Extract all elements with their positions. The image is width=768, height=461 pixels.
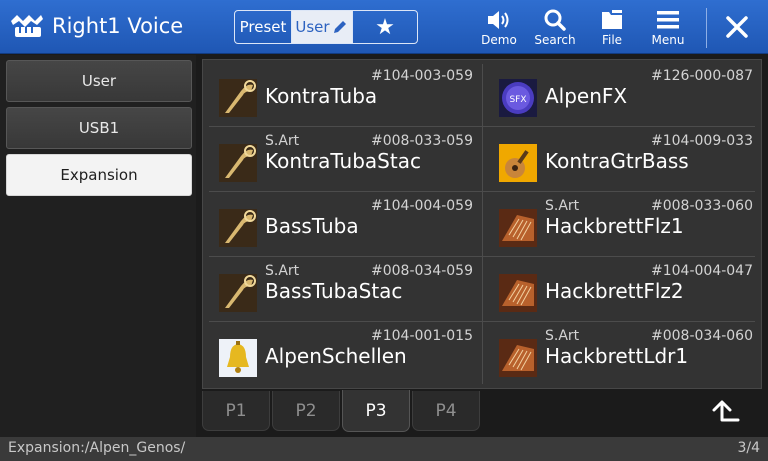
demo-label: Demo xyxy=(481,33,517,47)
search-label: Search xyxy=(534,33,576,47)
voice-grid: #104-003-059 KontraTuba SFX #126-000-087… xyxy=(202,59,762,389)
column-divider xyxy=(482,64,483,384)
voice-name: HackbrettLdr1 xyxy=(545,344,689,368)
voice-number: #008-033-059 xyxy=(371,133,473,149)
page-indicator: 3/4 xyxy=(737,440,760,456)
user-tab-button[interactable]: User xyxy=(292,11,353,43)
speaker-icon xyxy=(488,11,509,29)
voice-number: #104-004-047 xyxy=(651,263,753,279)
voice-source-segment: Preset User ★ xyxy=(234,10,418,44)
preset-tab-button[interactable]: Preset xyxy=(235,11,292,43)
header-divider xyxy=(706,8,707,48)
tuba-icon xyxy=(219,209,257,247)
voice-name: HackbrettFlz2 xyxy=(545,279,684,303)
voice-name: KontraGtrBass xyxy=(545,149,689,173)
voice-name: BassTubaStac xyxy=(265,279,403,303)
voice-cell[interactable]: S.Art #008-033-060 HackbrettFlz1 xyxy=(485,192,757,254)
file-button[interactable]: File xyxy=(586,6,638,50)
tab-label: P1 xyxy=(225,400,247,421)
sart-label: S.Art xyxy=(545,198,580,214)
search-button[interactable]: Search xyxy=(529,6,581,50)
page-tabs: P1 P2 P3 P4 xyxy=(202,390,492,436)
favorite-tab-button[interactable]: ★ xyxy=(353,11,417,43)
demo-button[interactable]: Demo xyxy=(473,6,525,50)
sart-label: S.Art xyxy=(545,328,580,344)
close-icon[interactable] xyxy=(720,10,754,44)
sidebar-item-expansion[interactable]: Expansion xyxy=(6,154,192,196)
bell-icon xyxy=(219,339,257,377)
file-icon xyxy=(602,10,622,29)
hackbrett-icon xyxy=(499,209,537,247)
sidebar-item-label: USB1 xyxy=(78,119,120,137)
sidebar: User USB1 Expansion xyxy=(0,55,196,437)
voice-number: #104-004-059 xyxy=(371,198,473,214)
sfx-icon: SFX xyxy=(499,79,537,117)
tab-p2[interactable]: P2 xyxy=(272,391,340,431)
tab-label: P2 xyxy=(295,400,317,421)
tab-label: P4 xyxy=(435,400,457,421)
sidebar-item-label: Expansion xyxy=(60,166,138,184)
sidebar-item-user[interactable]: User xyxy=(6,60,192,102)
menu-label: Menu xyxy=(651,33,685,47)
sart-label: S.Art xyxy=(265,263,300,279)
voice-cell[interactable]: S.Art #008-034-060 HackbrettLdr1 xyxy=(485,322,757,384)
voice-cell[interactable]: #104-009-033 KontraGtrBass xyxy=(485,127,757,189)
voice-cell[interactable]: #104-004-059 BassTuba xyxy=(205,192,477,254)
hackbrett-icon xyxy=(499,274,537,312)
svg-text:SFX: SFX xyxy=(509,95,526,105)
voice-name: AlpenSchellen xyxy=(265,344,407,368)
voice-name: KontraTubaStac xyxy=(265,149,421,173)
page-title: Right1 Voice xyxy=(52,14,184,38)
voice-number: #104-001-015 xyxy=(371,328,473,344)
tab-label: P3 xyxy=(365,400,387,421)
tab-p1[interactable]: P1 xyxy=(202,391,270,431)
voice-cell[interactable]: SFX #126-000-087 AlpenFX xyxy=(485,62,757,124)
voice-cell[interactable]: #104-003-059 KontraTuba xyxy=(205,62,477,124)
voice-cell[interactable]: #104-001-015 AlpenSchellen xyxy=(205,322,477,384)
voice-number: #104-003-059 xyxy=(371,68,473,84)
star-icon: ★ xyxy=(375,14,395,40)
guitar-icon xyxy=(499,144,537,182)
voice-name: BassTuba xyxy=(265,214,359,238)
sart-label: S.Art xyxy=(265,133,300,149)
voice-number: #008-034-060 xyxy=(651,328,753,344)
voice-cell[interactable]: #104-004-047 HackbrettFlz2 xyxy=(485,257,757,319)
file-label: File xyxy=(601,33,623,47)
hackbrett-icon xyxy=(499,339,537,377)
voice-number: #104-009-033 xyxy=(651,133,753,149)
voice-number: #126-000-087 xyxy=(651,68,753,84)
voice-name: AlpenFX xyxy=(545,84,628,108)
voice-name: KontraTuba xyxy=(265,84,378,108)
voice-number: #008-033-060 xyxy=(651,198,753,214)
sidebar-item-label: User xyxy=(81,72,117,90)
tab-p4[interactable]: P4 xyxy=(412,391,480,431)
search-icon xyxy=(544,9,566,31)
tuba-icon xyxy=(219,144,257,182)
tuba-icon xyxy=(219,79,257,117)
keyboard-voice-icon xyxy=(11,15,43,37)
menu-button[interactable]: Menu xyxy=(642,6,694,50)
voice-number: #008-034-059 xyxy=(371,263,473,279)
header-bar: Right1 Voice Preset User ★ Demo Search F… xyxy=(0,0,768,54)
up-folder-icon[interactable] xyxy=(710,398,742,430)
preset-label: Preset xyxy=(239,18,287,36)
user-label: User xyxy=(295,18,330,36)
sidebar-item-usb1[interactable]: USB1 xyxy=(6,107,192,149)
voice-cell[interactable]: S.Art #008-033-059 KontraTubaStac xyxy=(205,127,477,189)
tuba-icon xyxy=(219,274,257,312)
voice-name: HackbrettFlz1 xyxy=(545,214,684,238)
pencil-icon xyxy=(333,21,346,33)
menu-icon xyxy=(657,11,679,29)
status-bar: Expansion:/Alpen_Genos/ 3/4 xyxy=(0,437,768,461)
tab-p3[interactable]: P3 xyxy=(342,390,410,432)
folder-path: Expansion:/Alpen_Genos/ xyxy=(8,440,186,456)
voice-cell[interactable]: S.Art #008-034-059 BassTubaStac xyxy=(205,257,477,319)
